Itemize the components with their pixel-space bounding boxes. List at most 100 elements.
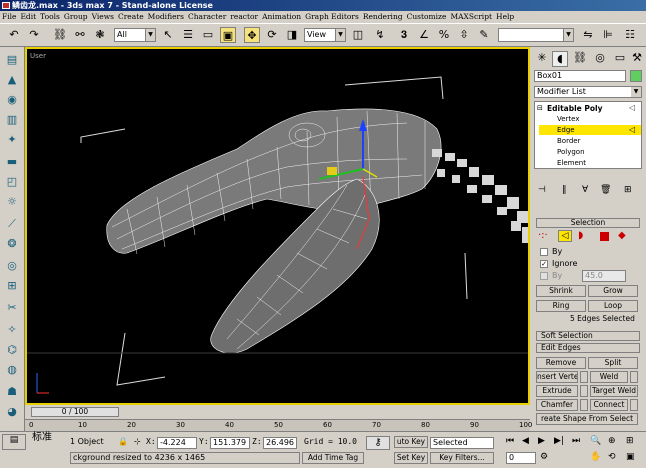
ring-button[interactable]: Ring [536, 300, 586, 312]
extrude-settings[interactable] [580, 385, 588, 397]
angle-spinner[interactable]: 45.0 [582, 270, 626, 282]
grow-button[interactable]: Grow [588, 285, 638, 297]
remove-modifier-icon[interactable]: 🗑 [600, 185, 611, 195]
rollout-soft-selection[interactable]: Soft Selection [536, 331, 640, 341]
y-coordinate-field[interactable]: 151.379 [210, 437, 250, 449]
hierarchy-icon[interactable]: ✧ [4, 323, 20, 337]
menu-animation[interactable]: Animation [260, 11, 303, 23]
star-icon[interactable]: ✦ [4, 133, 20, 147]
menu-customize[interactable]: Customize [405, 11, 449, 23]
auto-key-button[interactable]: uto Key [394, 436, 428, 448]
window-crossing-icon[interactable]: ▣ [220, 27, 236, 43]
render-icon[interactable]: ◕ [4, 405, 20, 419]
pin-stack-icon[interactable]: ⊣ [538, 185, 546, 195]
stack-root-editable-poly[interactable]: Editable Poly [547, 104, 602, 113]
shrink-button[interactable]: Shrink [536, 285, 586, 297]
display-icon[interactable]: ◍ [4, 363, 20, 377]
x-coordinate-field[interactable]: -4.224 [157, 437, 197, 449]
key-filters-button[interactable]: Key Filters... [430, 452, 494, 464]
chamfer-button[interactable]: Chamfer [536, 399, 578, 411]
insert-vertex-button[interactable]: nsert Verte [536, 371, 578, 383]
cone-icon[interactable]: ▲ [4, 73, 20, 87]
insert-vertex-settings[interactable] [580, 371, 588, 383]
remove-button[interactable]: Remove [536, 357, 586, 369]
unlink-icon[interactable]: ⚯ [72, 27, 88, 43]
menu-edit[interactable]: Edit [18, 11, 38, 23]
bind-space-warp-icon[interactable]: ❃ [92, 27, 108, 43]
stack-item-border[interactable]: Border [557, 137, 580, 146]
pan-icon[interactable]: ✋ [590, 452, 601, 462]
extrude-button[interactable]: Extrude [536, 385, 578, 397]
loop-button[interactable]: Loop [588, 300, 638, 312]
goto-end-icon[interactable]: ⏭ [572, 436, 580, 446]
select-by-name-icon[interactable]: ☰ [180, 27, 196, 43]
menu-tools[interactable]: Tools [38, 11, 62, 23]
utilities-tab-icon[interactable]: ⚒ [630, 51, 644, 67]
zoom-all-icon[interactable]: ⊕ [608, 436, 616, 446]
viewport-user[interactable]: User [25, 47, 530, 405]
track-bar[interactable]: 0 10 20 30 40 50 60 70 80 90 100 [25, 419, 532, 431]
scale-icon[interactable]: ◨ [284, 27, 300, 43]
connect-settings[interactable] [630, 399, 638, 411]
bone-icon[interactable]: ⟋ [4, 217, 20, 231]
object-color-swatch[interactable] [630, 70, 642, 82]
align-icon[interactable]: ⊫ [600, 27, 616, 43]
maximize-viewport-icon[interactable]: ▣ [626, 452, 635, 462]
element-mode-icon[interactable]: ◆ [618, 230, 626, 241]
time-config-icon[interactable]: ⚙ [540, 452, 548, 462]
key-icon[interactable]: ⚷ [366, 436, 390, 450]
ignore-backfacing-checkbox[interactable]: ✓ [540, 260, 548, 268]
particle-icon[interactable]: ❂ [4, 237, 20, 251]
layer-manager-icon[interactable]: ☷ [622, 27, 638, 43]
modifier-list-dropdown[interactable]: Modifier List ▼ [534, 86, 642, 98]
next-frame-icon[interactable]: ▶| [554, 436, 564, 446]
snap-toggle-icon[interactable]: 𝟑 [396, 27, 412, 43]
selection-filter-dropdown[interactable]: All ▼ [114, 28, 156, 42]
menu-views[interactable]: Views [90, 11, 116, 23]
utility-icon[interactable]: ☗ [4, 385, 20, 399]
zoom-icon[interactable]: 🔍 [590, 436, 601, 446]
menu-rendering[interactable]: Rendering [361, 11, 405, 23]
select-object-icon[interactable]: ↖ [160, 27, 176, 43]
menu-help[interactable]: Help [494, 11, 516, 23]
chamfer-settings[interactable] [580, 399, 588, 411]
make-unique-icon[interactable]: ∀ [582, 185, 588, 195]
lock-icon[interactable]: 🔒 [118, 437, 128, 446]
plane-icon[interactable]: ▬ [4, 155, 20, 169]
split-button[interactable]: Split [588, 357, 638, 369]
light-icon[interactable]: ☼ [4, 195, 20, 209]
weld-settings[interactable] [630, 371, 638, 383]
box-icon[interactable]: ▤ [4, 53, 20, 67]
undo-icon[interactable]: ↶ [6, 27, 22, 43]
named-selection-icon[interactable]: ✎ [476, 27, 492, 43]
by-vertex-checkbox[interactable] [540, 248, 548, 256]
connect-button[interactable]: Connect [590, 399, 628, 411]
time-slider[interactable]: 0 / 100 [31, 407, 119, 417]
target-weld-button[interactable]: Target Weld [590, 385, 638, 397]
collapse-icon[interactable]: ⊟ [537, 104, 543, 112]
menu-modifiers[interactable]: Modifiers [146, 11, 186, 23]
weld-button[interactable]: Weld [590, 371, 628, 383]
add-time-tag-button[interactable]: Add Time Tag [302, 452, 364, 464]
mirror-icon[interactable]: ⇋ [580, 27, 596, 43]
redo-icon[interactable]: ↷ [26, 27, 42, 43]
vertex-mode-icon[interactable]: ·:· [538, 230, 548, 241]
menu-character[interactable]: Character [186, 11, 228, 23]
play-icon[interactable]: ▶ [538, 436, 545, 446]
rollout-selection-header[interactable]: Selection [536, 218, 640, 228]
spacewarp-icon[interactable]: ⊞ [4, 279, 20, 293]
link-icon[interactable]: ⛓ [52, 27, 68, 43]
modify-tab-icon[interactable]: ◖ [552, 51, 568, 67]
stack-item-polygon[interactable]: Polygon [557, 148, 585, 157]
cylinder-icon[interactable]: ▥ [4, 113, 20, 127]
zoom-extents-icon[interactable]: ⊞ [626, 436, 634, 446]
key-mode-dropdown[interactable]: Selected [430, 437, 494, 449]
goto-start-icon[interactable]: ⏮ [506, 436, 514, 446]
polygon-mode-icon[interactable] [600, 232, 609, 241]
create-shape-button[interactable]: reate Shape From Select [536, 413, 638, 425]
menu-maxscript[interactable]: MAXScript [448, 11, 494, 23]
current-frame-field[interactable]: 0 [506, 452, 536, 464]
percent-snap-icon[interactable]: % [436, 27, 452, 43]
spinner-snap-icon[interactable]: ⇳ [456, 27, 472, 43]
by-angle-checkbox[interactable] [540, 272, 548, 280]
